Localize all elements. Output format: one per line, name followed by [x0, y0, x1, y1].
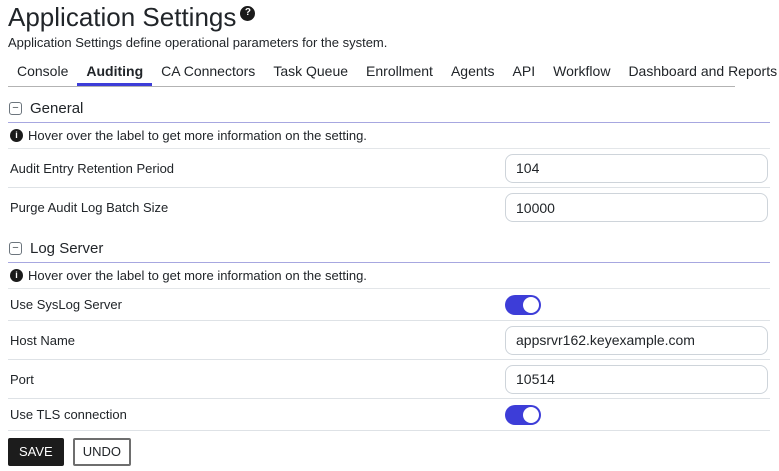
host-name-input[interactable]: [505, 326, 768, 355]
page-subtitle: Application Settings define operational …: [8, 35, 770, 51]
tab-auditing[interactable]: Auditing: [77, 59, 152, 86]
info-note: i Hover over the label to get more infor…: [8, 123, 770, 149]
field-control: [505, 326, 768, 355]
tab-dashboard-and-reports[interactable]: Dashboard and Reports: [619, 59, 779, 86]
audit-entry-retention-period-input[interactable]: [505, 154, 768, 183]
section-general-title: General: [30, 100, 83, 117]
collapse-icon[interactable]: −: [9, 102, 22, 115]
tab-agents[interactable]: Agents: [442, 59, 504, 86]
action-bar: SAVE UNDO: [8, 431, 770, 471]
field-row-port: Port: [8, 360, 770, 399]
info-note-text: Hover over the label to get more informa…: [28, 268, 367, 283]
section-log-server-title: Log Server: [30, 240, 103, 257]
tab-console[interactable]: Console: [8, 59, 77, 86]
save-button[interactable]: SAVE: [8, 438, 64, 466]
purge-audit-log-batch-size-input[interactable]: [505, 193, 768, 222]
field-control: [505, 365, 768, 394]
field-label: Purge Audit Log Batch Size: [10, 200, 505, 215]
collapse-icon[interactable]: −: [9, 242, 22, 255]
field-row-audit-entry-retention-period: Audit Entry Retention Period: [8, 149, 770, 188]
info-note-text: Hover over the label to get more informa…: [28, 128, 367, 143]
tab-ca-connectors[interactable]: CA Connectors: [152, 59, 264, 86]
info-icon: i: [10, 269, 23, 282]
help-icon[interactable]: ?: [240, 6, 255, 21]
section-log-server: − Log Server i Hover over the label to g…: [8, 235, 770, 431]
field-row-use-syslog-server: Use SysLog Server: [8, 289, 770, 321]
field-row-purge-audit-log-batch-size: Purge Audit Log Batch Size: [8, 188, 770, 227]
field-control: [505, 154, 768, 183]
field-control: [505, 405, 768, 425]
field-control: [505, 295, 768, 315]
tab-api[interactable]: API: [504, 59, 545, 86]
page-title-text: Application Settings: [8, 2, 236, 32]
field-label: Audit Entry Retention Period: [10, 161, 505, 176]
field-label: Port: [10, 372, 505, 387]
settings-tabbar: Console Auditing CA Connectors Task Queu…: [8, 59, 735, 87]
undo-button[interactable]: UNDO: [73, 438, 131, 466]
field-row-use-tls-connection: Use TLS connection: [8, 399, 770, 431]
use-syslog-server-toggle[interactable]: [505, 295, 541, 315]
page-title: Application Settings?: [8, 2, 770, 32]
application-settings-page: Application Settings? Application Settin…: [0, 0, 779, 471]
field-control: [505, 193, 768, 222]
section-general: − General i Hover over the label to get …: [8, 95, 770, 227]
field-row-host-name: Host Name: [8, 321, 770, 360]
tab-workflow[interactable]: Workflow: [544, 59, 619, 86]
field-label: Use SysLog Server: [10, 297, 505, 312]
tab-task-queue[interactable]: Task Queue: [264, 59, 357, 86]
section-log-server-header: − Log Server: [8, 235, 770, 263]
info-note: i Hover over the label to get more infor…: [8, 263, 770, 289]
info-icon: i: [10, 129, 23, 142]
port-input[interactable]: [505, 365, 768, 394]
field-label: Use TLS connection: [10, 407, 505, 422]
field-label: Host Name: [10, 333, 505, 348]
use-tls-connection-toggle[interactable]: [505, 405, 541, 425]
tab-enrollment[interactable]: Enrollment: [357, 59, 442, 86]
section-general-header: − General: [8, 95, 770, 123]
